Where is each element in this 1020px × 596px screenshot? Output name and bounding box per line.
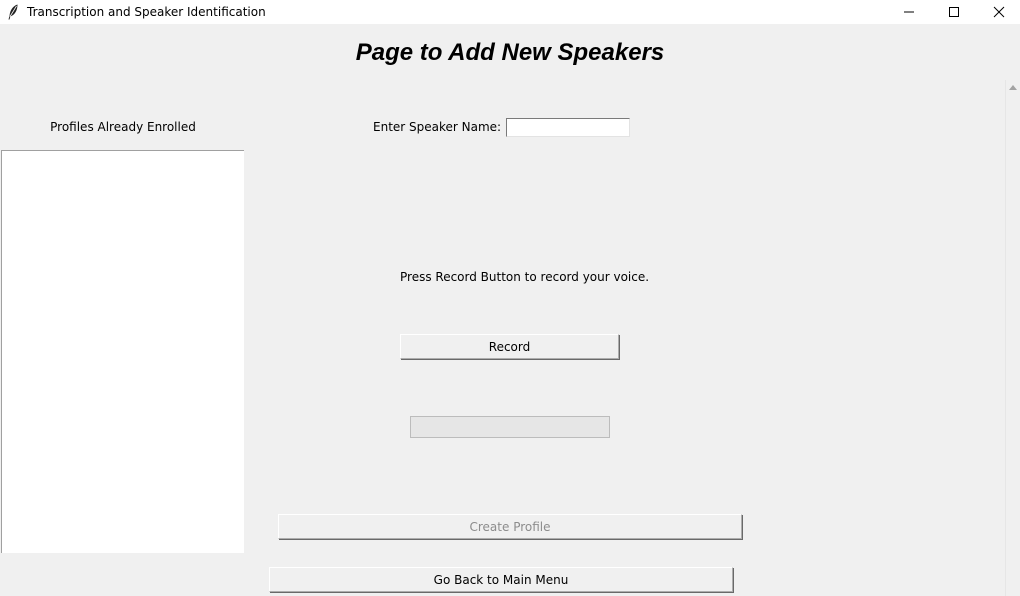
scroll-up-arrow-icon[interactable]: [1009, 85, 1017, 90]
speaker-name-label: Enter Speaker Name:: [373, 120, 502, 134]
minimize-button[interactable]: [886, 0, 932, 24]
feather-icon: [7, 4, 19, 20]
window-title: Transcription and Speaker Identification: [27, 5, 266, 19]
record-instruction: Press Record Button to record your voice…: [400, 270, 650, 284]
maximize-button[interactable]: [931, 0, 977, 24]
create-profile-button[interactable]: Create Profile: [278, 514, 742, 539]
vertical-scrollbar[interactable]: [1005, 80, 1020, 596]
minimize-icon: [904, 11, 914, 13]
page-title: Page to Add New Speakers: [355, 39, 665, 66]
recording-progress-bar: [410, 416, 610, 438]
close-icon: [993, 6, 1005, 18]
maximize-icon: [949, 7, 959, 17]
profiles-label: Profiles Already Enrolled: [50, 120, 196, 134]
title-bar[interactable]: Transcription and Speaker Identification: [0, 0, 1020, 24]
record-button[interactable]: Record: [400, 334, 619, 359]
speaker-name-input[interactable]: [506, 118, 630, 137]
profiles-listbox[interactable]: [1, 150, 244, 553]
back-to-main-menu-button[interactable]: Go Back to Main Menu: [269, 567, 733, 592]
app-window: Transcription and Speaker Identification…: [0, 0, 1020, 596]
close-button[interactable]: [976, 0, 1020, 24]
